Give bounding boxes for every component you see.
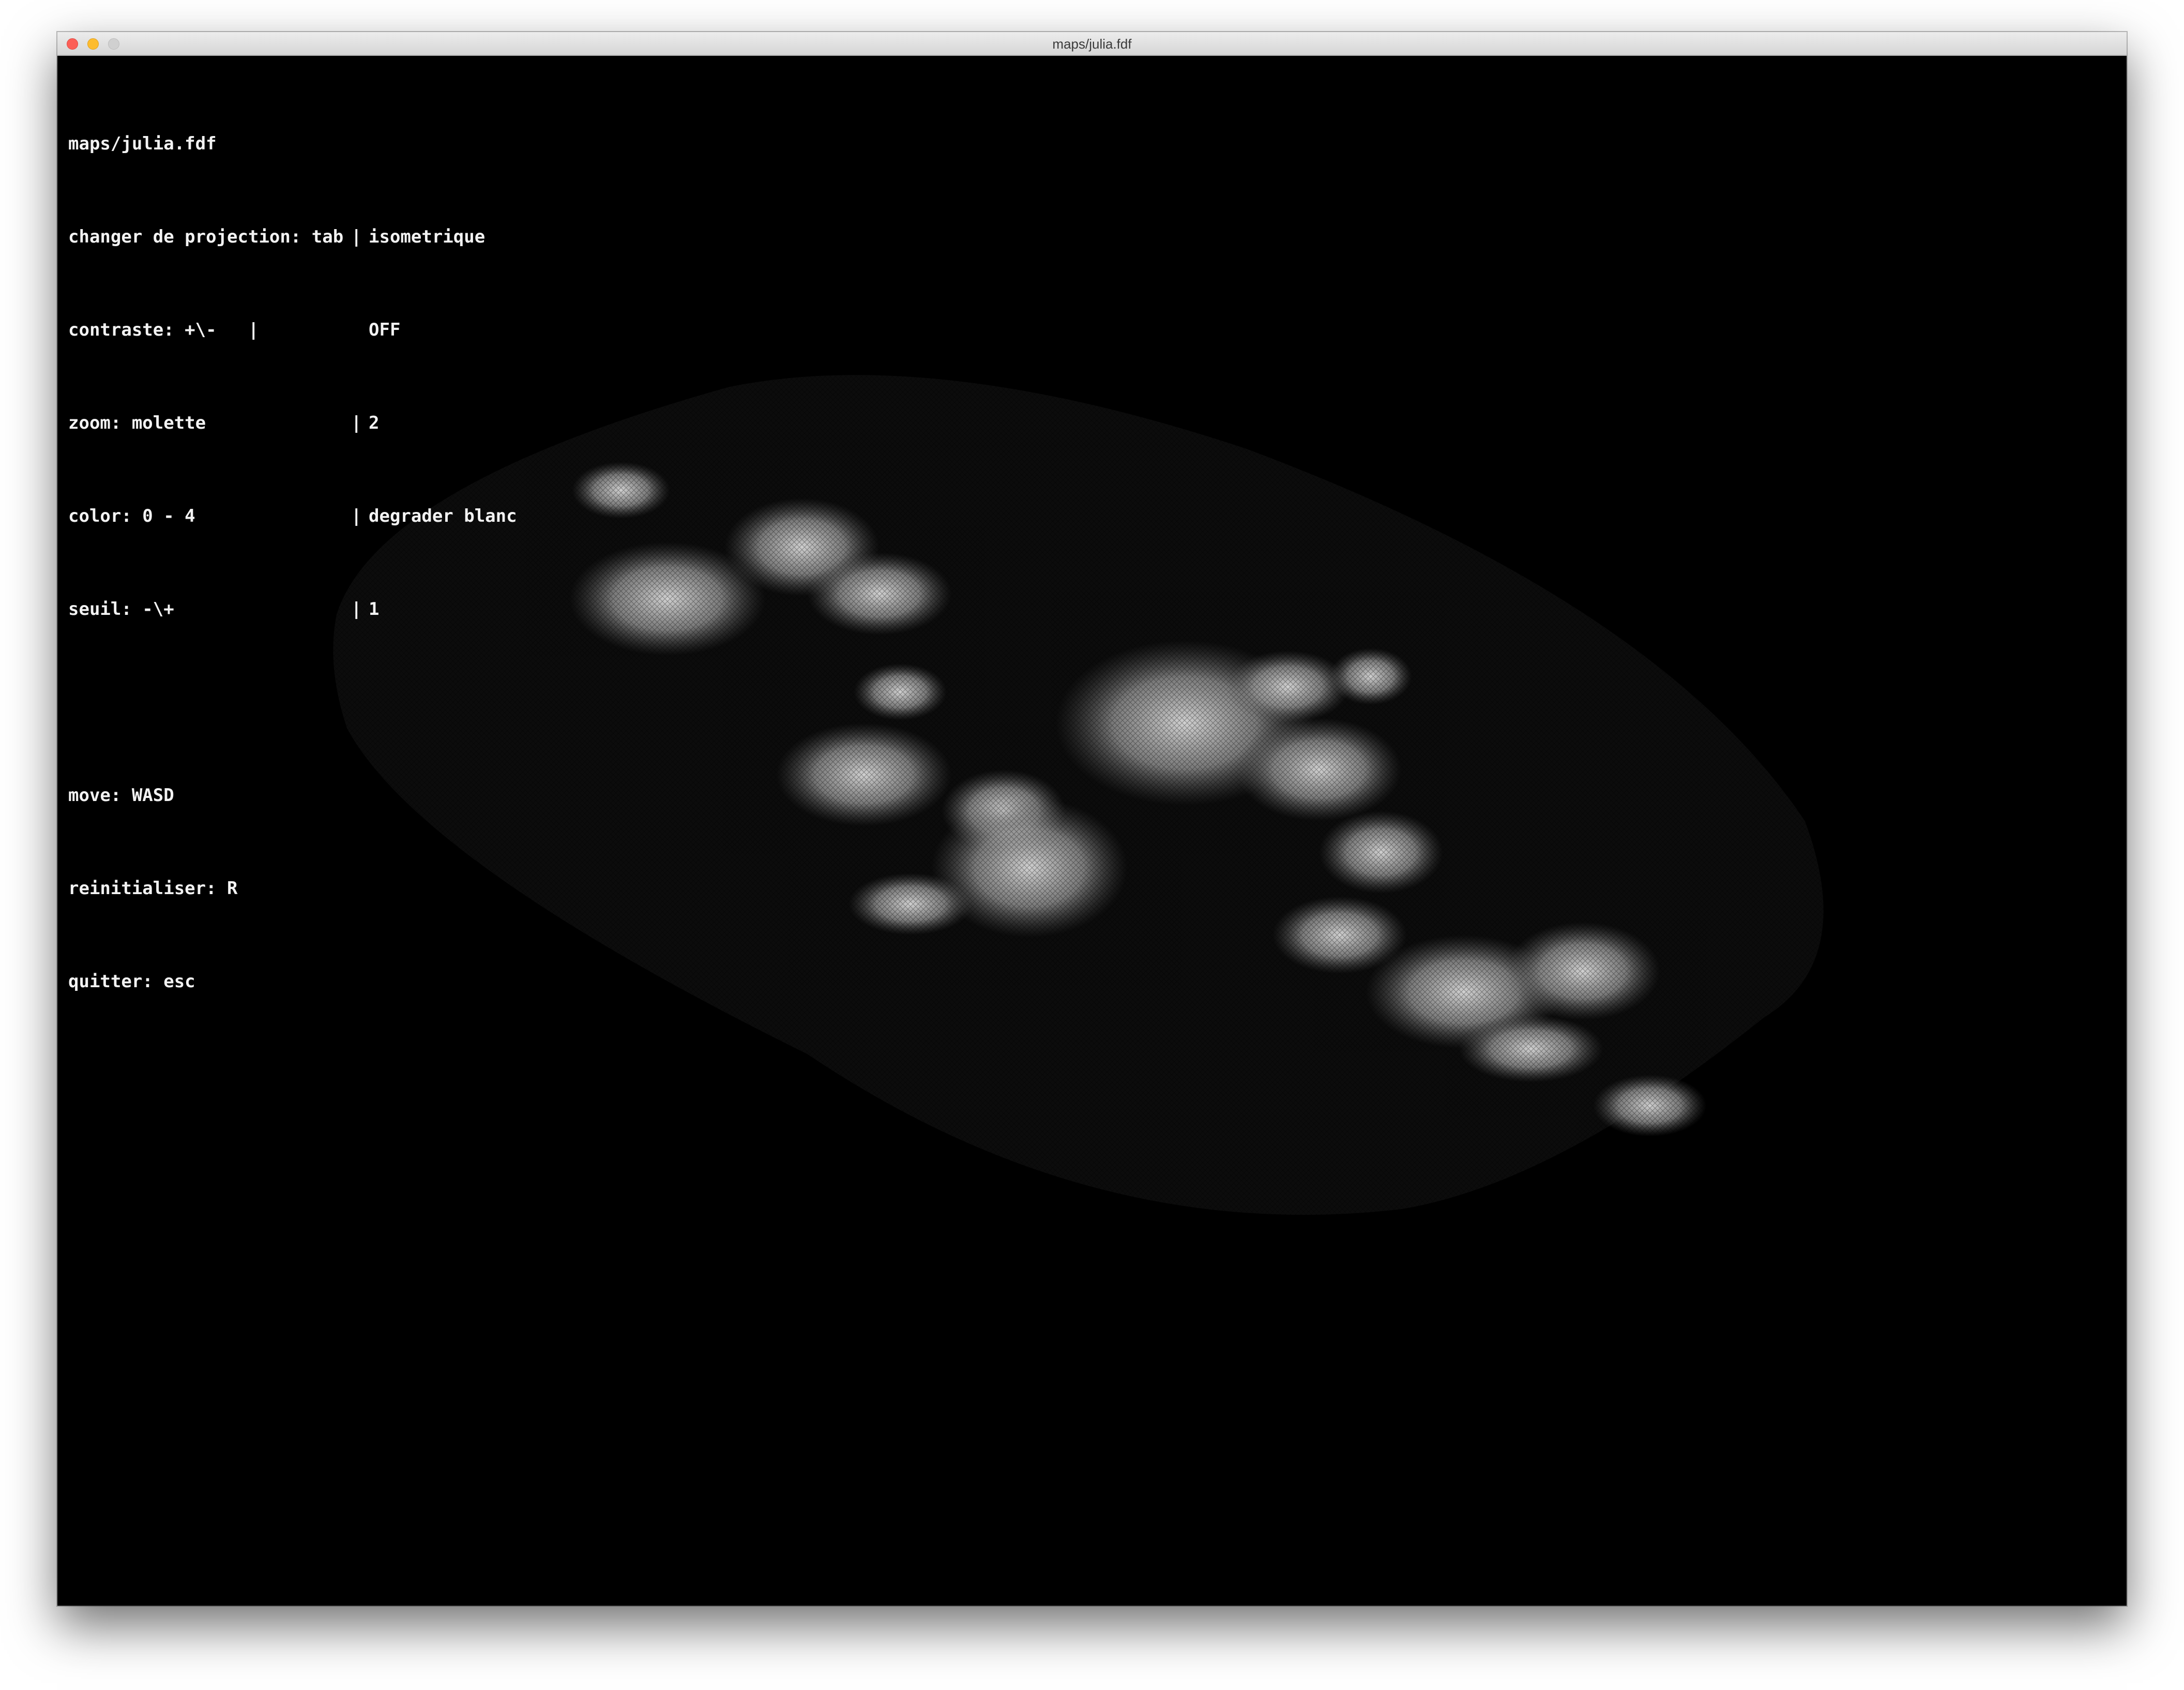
hud-reset-hint: reinitialiser: R [68, 878, 238, 899]
hud-separator: | [351, 413, 362, 433]
title-bar[interactable]: maps/julia.fdf [57, 32, 2127, 56]
hud-key-contrast: contraste: +\- | [68, 320, 259, 340]
file-name: maps/julia.fdf [68, 133, 217, 154]
hud-row-zoom: zoom: molette | 2 [68, 408, 517, 439]
hud-separator: | [351, 227, 362, 247]
hud-row-contrast: contraste: +\- | OFF [68, 314, 517, 345]
window-title: maps/julia.fdf [1052, 36, 1132, 52]
controls-overlay: maps/julia.fdf changer de projection: ta… [68, 66, 517, 1059]
hud-move-hint: move: WASD [68, 785, 174, 806]
hud-separator: | [351, 599, 362, 620]
hud-separator: | [351, 506, 362, 526]
hud-key-color: color: 0 - 4 [68, 506, 195, 526]
hud-value-threshold: 1 [369, 599, 380, 620]
hud-key-projection: changer de projection: tab [68, 227, 344, 247]
app-window: maps/julia.fdf maps/julia.fdf changer de… [57, 32, 2127, 1606]
hud-row-color: color: 0 - 4 | degrader blanc [68, 501, 517, 532]
hud-key-zoom: zoom: molette [68, 413, 206, 433]
hud-row-projection: changer de projection: tab | isometrique [68, 221, 517, 252]
render-canvas[interactable]: maps/julia.fdf changer de projection: ta… [57, 56, 2127, 1606]
hud-value-projection: isometrique [369, 227, 486, 247]
hud-quit-hint: quitter: esc [68, 971, 195, 992]
hud-spacer [68, 687, 517, 718]
hud-key-threshold: seuil: -\+ [68, 599, 174, 620]
hud-row-threshold: seuil: -\+ | 1 [68, 594, 517, 625]
hud-value-contrast: OFF [369, 320, 401, 340]
hud-value-zoom: 2 [369, 413, 380, 433]
hud-value-color: degrader blanc [369, 506, 517, 526]
